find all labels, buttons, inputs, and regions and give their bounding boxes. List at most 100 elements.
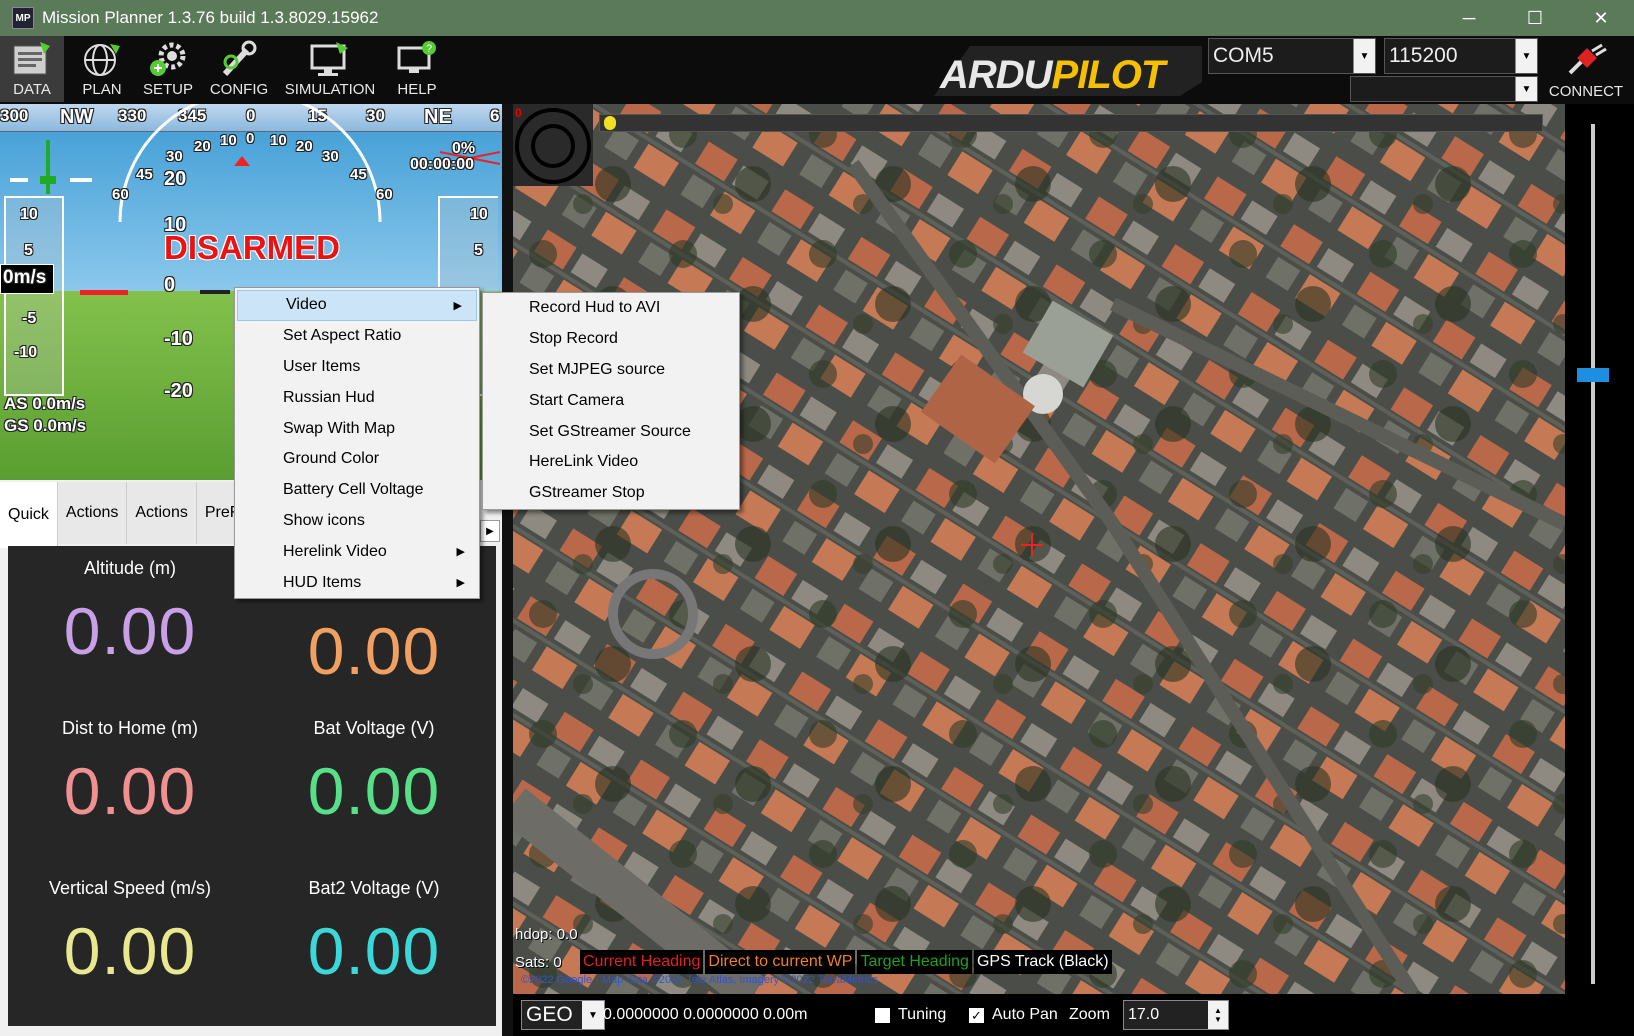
data-icon bbox=[10, 40, 54, 78]
setup-button[interactable]: SETUP bbox=[136, 36, 200, 102]
legend-target-heading: Target Heading bbox=[857, 950, 972, 974]
menu-item-show-icons[interactable]: Show icons bbox=[235, 506, 479, 537]
menu-item-herelink-video[interactable]: Herelink Video ▶ bbox=[235, 536, 479, 567]
progress-thumb[interactable] bbox=[604, 116, 616, 130]
close-button[interactable]: ✕ bbox=[1568, 0, 1634, 36]
tab-scroll-right-icon[interactable]: ▶ bbox=[480, 520, 500, 542]
menu-item-video[interactable]: Video ▶ bbox=[237, 290, 477, 321]
zoom-label: Zoom bbox=[1069, 1006, 1110, 1023]
tab-quick[interactable]: Quick bbox=[0, 482, 58, 548]
hud-context-menu: Video ▶ Set Aspect Ratio User Items Russi… bbox=[234, 287, 480, 599]
quick-label: Altitude (m) bbox=[83, 558, 177, 578]
menu-item-battery-cell-voltage[interactable]: Battery Cell Voltage bbox=[235, 475, 479, 506]
quick-cell[interactable]: Bat Voltage (V) 0.00 bbox=[252, 706, 496, 866]
submenu-arrow-icon: ▶ bbox=[453, 299, 462, 312]
maximize-button[interactable]: ☐ bbox=[1502, 0, 1568, 36]
help-label: HELP bbox=[397, 81, 437, 98]
menu-item-hud-items[interactable]: HUD Items ▶ bbox=[235, 567, 479, 598]
main-toolbar: DATA PLAN SETUP CONFIG SIMULATION ? HELP… bbox=[0, 36, 1634, 104]
help-button[interactable]: ? HELP bbox=[384, 36, 450, 102]
quick-cell[interactable]: Vertical Speed (m/s) 0.00 bbox=[8, 866, 252, 1026]
zoom-input[interactable]: 17.0 ▲ ▼ bbox=[1123, 1000, 1229, 1030]
tab-actions-2[interactable]: Actions bbox=[127, 482, 197, 544]
menu-item-russian-hud[interactable]: Russian Hud bbox=[235, 382, 479, 413]
zoom-slider-thumb[interactable] bbox=[1577, 368, 1609, 382]
menu-item-record-hud[interactable]: Record Hud to AVI bbox=[483, 293, 739, 324]
roll-mark: 10 bbox=[270, 132, 287, 149]
quick-cell[interactable]: Bat2 Voltage (V) 0.00 bbox=[252, 866, 496, 1026]
menu-item-set-mjpeg[interactable]: Set MJPEG source bbox=[483, 355, 739, 386]
app-icon: MP bbox=[12, 7, 34, 29]
config-button[interactable]: CONFIG bbox=[204, 36, 274, 102]
menu-item-stop-record[interactable]: Stop Record bbox=[483, 324, 739, 355]
arm-status: DISARMED bbox=[164, 229, 341, 266]
groundspeed-text: GS 0.0m/s bbox=[4, 416, 87, 435]
splitter[interactable] bbox=[502, 104, 513, 1036]
help-icon: ? bbox=[395, 40, 439, 78]
quick-label: Bat2 Voltage (V) bbox=[308, 878, 440, 898]
roll-mark: 30 bbox=[322, 148, 339, 165]
simulation-label: SIMULATION bbox=[284, 81, 376, 98]
speed-tape-mark: -5 bbox=[22, 310, 37, 327]
connect-button[interactable]: CONNECT bbox=[1540, 40, 1632, 104]
plan-button[interactable]: PLAN bbox=[70, 36, 134, 102]
pitch-label: -10 bbox=[164, 328, 193, 350]
coord-mode-select[interactable]: GEO ▼ bbox=[521, 1000, 605, 1030]
quick-cell[interactable]: Dist to Home (m) 0.00 bbox=[8, 706, 252, 866]
roll-mark: 30 bbox=[166, 148, 183, 165]
svg-text:?: ? bbox=[426, 43, 432, 55]
plan-label: PLAN bbox=[82, 81, 122, 98]
quick-value: 0.00 bbox=[63, 754, 197, 828]
pitch-label: 0 bbox=[164, 274, 176, 296]
menu-item-ground-color[interactable]: Ground Color bbox=[235, 444, 479, 475]
tab-strip: Quick Actions Actions PreF bbox=[0, 482, 249, 548]
speed-readout: 0m/s bbox=[0, 264, 54, 294]
tab-actions[interactable]: Actions bbox=[57, 482, 128, 544]
connect-label: CONNECT bbox=[1548, 83, 1624, 100]
quick-cell[interactable]: Altitude (m) 0.00 bbox=[8, 546, 252, 706]
link-dropdown-icon[interactable]: ▼ bbox=[1515, 77, 1537, 101]
menu-item-herelink-video-sub[interactable]: HereLink Video bbox=[483, 447, 739, 478]
autopan-checkbox[interactable]: ✓ Auto Pan bbox=[969, 994, 1058, 1036]
minimize-button[interactable]: ─ bbox=[1436, 0, 1502, 36]
alt-tape-mark: 10 bbox=[470, 206, 488, 223]
menu-item-swap-with-map[interactable]: Swap With Map bbox=[235, 413, 479, 444]
svg-text:ARDUPILOT: ARDUPILOT bbox=[939, 53, 1169, 97]
zoom-spinner-icon[interactable]: ▲ ▼ bbox=[1208, 1001, 1228, 1029]
speed-tape-mark: 10 bbox=[20, 206, 38, 223]
simulation-monitor-icon bbox=[308, 40, 352, 78]
coord-mode-dropdown-icon[interactable]: ▼ bbox=[582, 1001, 604, 1029]
title-bar: MP Mission Planner 1.3.76 build 1.3.8029… bbox=[0, 0, 1634, 36]
port-select[interactable]: COM5 ▼ bbox=[1208, 38, 1376, 74]
data-button[interactable]: DATA bbox=[0, 36, 64, 102]
quick-value: 0.00 bbox=[307, 614, 441, 688]
simulation-button[interactable]: SIMULATION bbox=[282, 36, 378, 102]
quick-label: Bat Voltage (V) bbox=[313, 718, 435, 738]
menu-item-aspect-ratio[interactable]: Set Aspect Ratio bbox=[235, 321, 479, 352]
link-select[interactable]: ▼ bbox=[1350, 76, 1538, 102]
roll-mark: 60 bbox=[112, 186, 129, 203]
tuning-checkbox[interactable]: Tuning bbox=[875, 994, 946, 1036]
distance-marker: 0 bbox=[515, 106, 522, 120]
flight-timer: 00:00:00 bbox=[410, 156, 475, 173]
speed-tape-mark: -10 bbox=[14, 344, 38, 361]
tuning-check-icon[interactable] bbox=[875, 1007, 890, 1023]
map-progress-bar[interactable] bbox=[599, 114, 1543, 132]
submenu-arrow-icon: ▶ bbox=[456, 577, 465, 590]
roll-mark: 0 bbox=[246, 130, 255, 147]
port-dropdown-icon[interactable]: ▼ bbox=[1353, 39, 1375, 73]
zoom-slider[interactable] bbox=[1565, 104, 1634, 994]
ardupilot-logo: ARDUPILOT bbox=[930, 42, 1206, 100]
zoom-slider-track[interactable] bbox=[1591, 124, 1595, 984]
baud-dropdown-icon[interactable]: ▼ bbox=[1515, 39, 1537, 73]
map-view[interactable]: 0 hdop: 0.0 Sats: 0 ©2022 Google - Map d… bbox=[513, 104, 1565, 994]
quick-grid: Altitude (m) 0.00 0.00 Dist to Home (m) … bbox=[8, 546, 496, 1026]
autopan-check-icon[interactable]: ✓ bbox=[969, 1007, 984, 1023]
menu-item-start-camera[interactable]: Start Camera bbox=[483, 385, 739, 416]
menu-item-user-items[interactable]: User Items bbox=[235, 352, 479, 383]
legend-gps-track: GPS Track (Black) bbox=[973, 950, 1112, 974]
baud-select[interactable]: 115200 ▼ bbox=[1384, 38, 1538, 74]
setup-label: SETUP bbox=[142, 81, 193, 98]
menu-item-gstreamer-stop[interactable]: GStreamer Stop bbox=[483, 478, 739, 509]
menu-item-set-gstreamer[interactable]: Set GStreamer Source bbox=[483, 416, 739, 447]
